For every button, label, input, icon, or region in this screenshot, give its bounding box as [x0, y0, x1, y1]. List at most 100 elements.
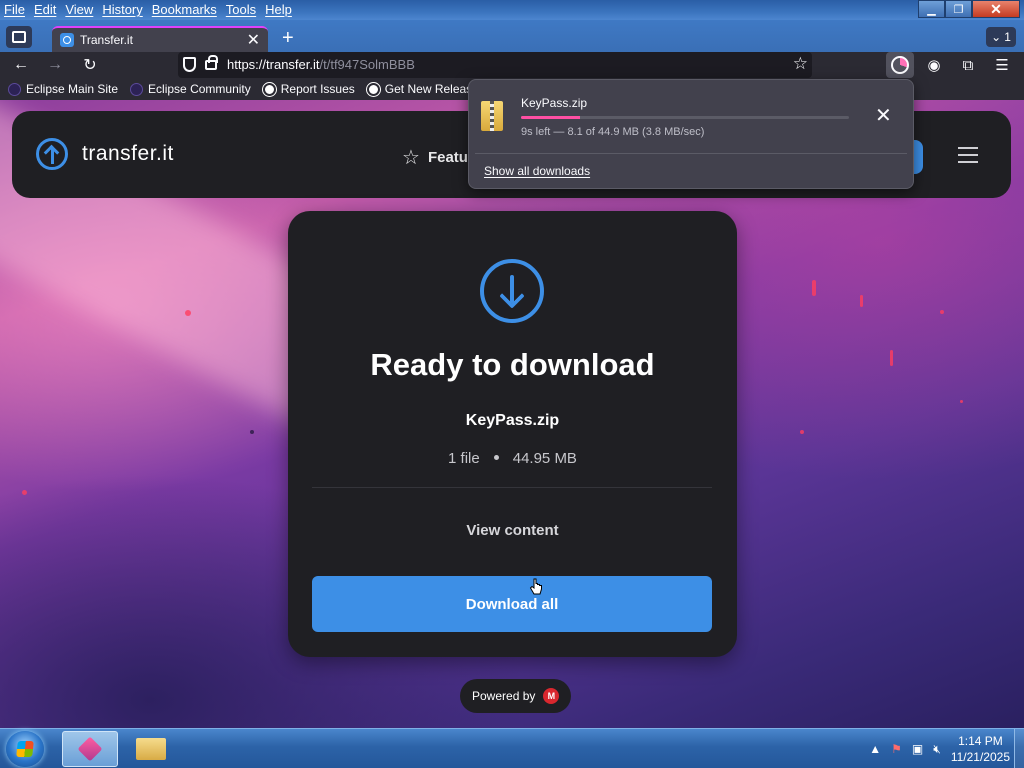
download-progress-bar: [521, 116, 849, 119]
nav-features[interactable]: ☆ Featu: [402, 145, 468, 170]
volume-muted-icon[interactable]: 🔇︎: [933, 742, 941, 757]
site-logo-text[interactable]: transfer.it: [82, 142, 174, 166]
bookmark-label: Report Issues: [280, 82, 355, 96]
url-path: /t/tf947SolmBBB: [319, 57, 415, 72]
powered-by-badge[interactable]: Powered by M: [460, 679, 572, 713]
github-icon: [365, 81, 381, 97]
url-bar[interactable]: https://transfer.it/t/tf947SolmBBB ☆: [178, 52, 812, 78]
download-arrow-icon: [480, 259, 544, 323]
page-title: Ready to download: [370, 347, 655, 382]
new-tab-button[interactable]: +: [282, 28, 294, 48]
network-icon[interactable]: ▣: [912, 742, 923, 756]
chevron-down-icon: ⌄: [991, 30, 1002, 44]
taskbar: ▲ ⚑ ▣ 🔇︎ 1:14 PM 11/21/2025: [0, 728, 1024, 768]
start-button[interactable]: [6, 731, 44, 767]
mega-logo-icon: M: [543, 688, 560, 704]
bookmark-label: Eclipse Community: [148, 82, 251, 96]
background-speck: [22, 490, 27, 495]
system-tray: ▲ ⚑ ▣ 🔇︎ 1:14 PM 11/21/2025: [869, 729, 1010, 768]
reload-button[interactable]: ↻: [79, 55, 101, 75]
forward-button[interactable]: →: [44, 55, 66, 75]
taskbar-firefox-app[interactable]: [62, 731, 118, 767]
clock-time: 1:14 PM: [958, 734, 1003, 748]
tab-close-icon[interactable]: ✕: [247, 30, 260, 50]
window-close-button[interactable]: ✕: [972, 0, 1020, 18]
eclipse-icon: [8, 82, 21, 96]
firefox-view-button[interactable]: [6, 26, 32, 48]
menu-bar: File Edit View History Bookmarks Tools H…: [0, 0, 1024, 20]
download-all-button[interactable]: Download all: [312, 576, 712, 632]
menu-edit[interactable]: Edit: [34, 2, 56, 17]
tab-transfer-it[interactable]: Transfer.it ✕: [52, 26, 268, 54]
star-icon: ☆: [402, 147, 420, 169]
file-name: KeyPass.zip: [465, 412, 560, 429]
background-speck: [890, 350, 893, 366]
tray-expand-icon[interactable]: ▲: [869, 742, 881, 756]
lock-icon[interactable]: [205, 55, 218, 70]
bookmark-eclipse-main-site[interactable]: Eclipse Main Site: [8, 82, 118, 96]
hamburger-menu-icon[interactable]: [958, 147, 978, 163]
background-speck: [250, 430, 254, 434]
tracking-protection-shield-icon[interactable]: [183, 57, 196, 72]
menu-tools[interactable]: Tools: [226, 2, 256, 17]
account-icon[interactable]: ◉: [924, 55, 944, 75]
background-speck: [960, 400, 963, 403]
background-speck: [812, 280, 816, 296]
file-size: 44.95 MB: [512, 450, 577, 467]
powered-by-label: Powered by: [472, 689, 536, 703]
menu-file[interactable]: File: [4, 2, 25, 17]
background-speck: [860, 295, 863, 307]
view-content-button[interactable]: View content: [288, 522, 737, 539]
navigation-toolbar: ← → ↻ https://transfer.it/t/tf947SolmBBB…: [0, 52, 1024, 78]
bookmark-report-issues[interactable]: Report Issues: [261, 81, 355, 97]
downloads-panel: KeyPass.zip 9s left — 8.1 of 44.9 MB (3.…: [468, 79, 914, 189]
web-page: transfer.it ☆ Featu Ready to download Key…: [0, 100, 1024, 728]
action-center-flag-icon[interactable]: ⚑: [891, 742, 902, 756]
divider: [312, 487, 712, 488]
show-desktop-button[interactable]: [1014, 729, 1024, 768]
download-file-name[interactable]: KeyPass.zip: [521, 96, 587, 110]
cancel-download-icon[interactable]: ✕: [875, 106, 892, 126]
download-card: Ready to download KeyPass.zip 1 file 44.9…: [288, 211, 737, 657]
bookmark-label: Eclipse Main Site: [26, 82, 119, 96]
file-meta: 1 file 44.95 MB: [288, 450, 737, 467]
clock-date: 11/21/2025: [950, 750, 1010, 764]
download-progress-fill: [521, 116, 581, 119]
url-text[interactable]: https://transfer.it/t/tf947SolmBBB: [227, 57, 415, 72]
list-all-tabs-button[interactable]: ⌄ 1: [986, 27, 1016, 47]
menu-help[interactable]: Help: [265, 2, 292, 17]
transfer-it-favicon-icon: [60, 33, 74, 47]
tab-title: Transfer.it: [80, 33, 133, 47]
maximize-button[interactable]: ❐: [945, 0, 972, 18]
minimize-button[interactable]: ▁: [918, 0, 945, 18]
url-host: https://transfer.it: [227, 57, 320, 72]
back-button[interactable]: ←: [10, 55, 32, 75]
background-speck: [800, 430, 804, 434]
bookmark-star-icon[interactable]: ☆: [793, 54, 808, 74]
tab-count: 1: [1004, 30, 1011, 44]
menu-view[interactable]: View: [65, 2, 93, 17]
taskbar-file-explorer-app[interactable]: [124, 731, 180, 767]
eclipse-icon: [130, 82, 144, 96]
transfer-it-logo-icon[interactable]: [36, 138, 68, 170]
divider: [475, 153, 907, 154]
zip-file-icon: [481, 101, 503, 131]
downloads-button[interactable]: [886, 52, 914, 78]
hand-cursor-icon: [529, 578, 542, 595]
file-count: 1 file: [448, 450, 480, 467]
background-speck: [185, 310, 191, 316]
download-status: 9s left — 8.1 of 44.9 MB (3.8 MB/sec): [521, 126, 705, 138]
downloads-progress-icon: [891, 56, 909, 74]
bookmark-eclipse-community[interactable]: Eclipse Community: [130, 82, 251, 96]
show-all-downloads-link[interactable]: Show all downloads: [484, 164, 590, 178]
clock[interactable]: 1:14 PM 11/21/2025: [951, 733, 1010, 765]
background-speck: [940, 310, 944, 314]
nav-features-label: Featu: [427, 149, 468, 166]
github-icon: [261, 81, 277, 97]
extensions-icon[interactable]: ⧉: [958, 55, 978, 75]
menu-history[interactable]: History: [102, 2, 142, 17]
firefox-view-icon: [12, 31, 26, 43]
app-menu-icon[interactable]: ☰: [992, 55, 1012, 75]
separator-dot: [493, 455, 499, 460]
menu-bookmarks[interactable]: Bookmarks: [152, 2, 217, 17]
